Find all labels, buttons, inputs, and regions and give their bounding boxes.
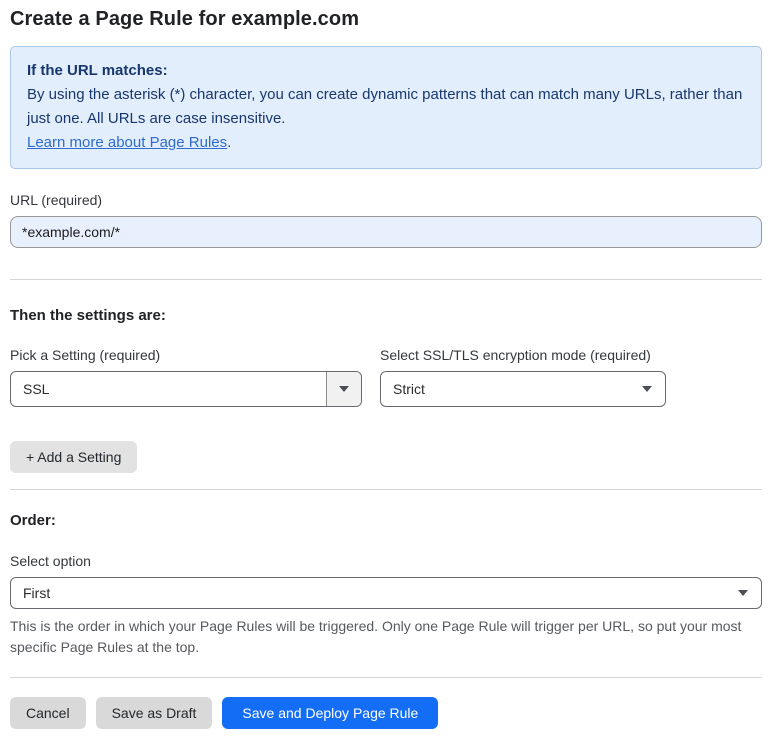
url-field-label: URL (required) [10,192,103,208]
cancel-button[interactable]: Cancel [10,697,86,729]
save-deploy-button[interactable]: Save and Deploy Page Rule [222,697,439,729]
setting-picker-select[interactable]: SSL [10,371,362,407]
info-box-body: By using the asterisk (*) character, you… [27,86,743,127]
add-setting-button[interactable]: + Add a Setting [10,441,138,473]
page-title: Create a Page Rule for example.com [10,8,360,30]
learn-more-link[interactable]: Learn more about Page Rules [27,134,227,151]
ssl-mode-label: Select SSL/TLS encryption mode (required… [380,347,651,363]
setting-picker-label: Pick a Setting (required) [10,347,161,363]
setting-picker-value: SSL [23,381,50,397]
url-input[interactable] [10,216,762,248]
info-box-heading: If the URL matches: [27,62,168,79]
footer-actions: Cancel Save as Draft Save and Deploy Pag… [10,697,762,729]
ssl-mode-value: Strict [393,381,425,397]
divider-before-footer [10,677,762,678]
setting-picker-arrow-box[interactable] [326,372,361,406]
order-select-label: Select option [10,553,91,569]
divider-after-settings [10,489,762,490]
info-box-link-row: Learn more about Page Rules. [27,131,745,155]
order-help-text: This is the order in which your Page Rul… [10,618,742,655]
order-section-heading: Order: [10,512,56,529]
setting-picker-column: Pick a Setting (required) SSL [10,347,362,407]
url-match-info-box: If the URL matches: By using the asteris… [10,46,762,169]
order-select[interactable]: First [10,577,762,609]
ssl-mode-arrow [642,386,665,392]
ssl-mode-column: Select SSL/TLS encryption mode (required… [380,347,666,407]
order-select-value: First [23,585,51,601]
save-draft-button[interactable]: Save as Draft [95,697,213,729]
chevron-down-icon [738,590,748,596]
settings-section-heading: Then the settings are: [10,307,166,324]
ssl-mode-select[interactable]: Strict [380,371,666,407]
divider-after-url [10,279,762,280]
chevron-down-icon [339,386,349,392]
chevron-down-icon [642,386,652,392]
settings-row: Pick a Setting (required) SSL Select SSL… [10,347,762,407]
link-suffix: . [227,134,232,151]
order-select-arrow [738,590,761,596]
